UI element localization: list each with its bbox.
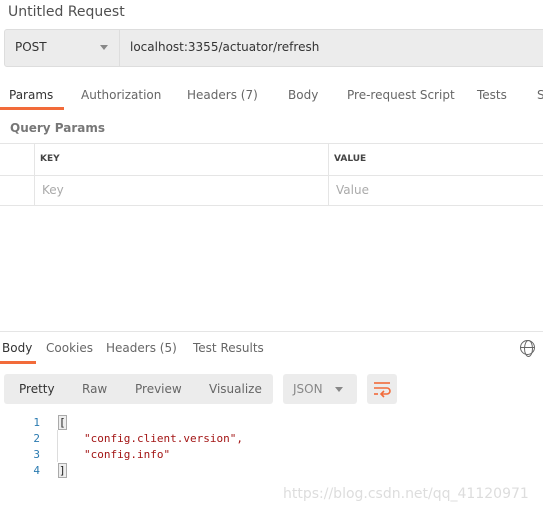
tab-settings[interactable]: S bbox=[537, 88, 543, 102]
query-params-label: Query Params bbox=[10, 121, 106, 135]
tab-headers-label: Headers bbox=[187, 88, 237, 102]
tab-prerequest-script[interactable]: Pre-request Script bbox=[347, 88, 455, 102]
code-line: ] bbox=[58, 463, 67, 478]
tab-tests[interactable]: Tests bbox=[477, 88, 507, 102]
language-label: JSON bbox=[293, 382, 323, 396]
format-pretty[interactable]: Pretty bbox=[19, 382, 55, 396]
request-title: Untitled Request bbox=[8, 4, 125, 20]
tab-params[interactable]: Params bbox=[9, 88, 53, 102]
chevron-down-icon bbox=[335, 387, 343, 392]
format-toggle: Pretty Raw Preview Visualize bbox=[4, 374, 273, 404]
code-line: "config.info" bbox=[84, 448, 171, 461]
line-number: 1 bbox=[33, 416, 40, 429]
line-number: 2 bbox=[33, 432, 40, 445]
response-tab-cookies[interactable]: Cookies bbox=[46, 341, 93, 355]
response-headers-count: (5) bbox=[159, 341, 177, 355]
request-bar: POST localhost:3355/actuator/refresh bbox=[4, 29, 543, 67]
value-header: VALUE bbox=[334, 154, 367, 164]
wrap-icon bbox=[374, 382, 391, 398]
watermark: https://blog.csdn.net/qq_41120971 bbox=[283, 486, 529, 502]
language-select[interactable]: JSON bbox=[283, 374, 357, 404]
format-raw[interactable]: Raw bbox=[82, 382, 107, 396]
response-headers-label: Headers bbox=[106, 341, 156, 355]
tab-headers[interactable]: Headers (7) bbox=[187, 88, 258, 102]
response-tab-test-results[interactable]: Test Results bbox=[193, 341, 264, 355]
code-line: [ bbox=[58, 415, 67, 430]
format-visualize[interactable]: Visualize bbox=[209, 382, 262, 396]
params-table: KEY VALUE Key Value bbox=[0, 143, 543, 206]
globe-icon[interactable] bbox=[520, 340, 535, 357]
line-number: 3 bbox=[33, 448, 40, 461]
key-header: KEY bbox=[40, 154, 60, 164]
response-tab-body[interactable]: Body bbox=[2, 341, 32, 355]
tab-authorization[interactable]: Authorization bbox=[81, 88, 161, 102]
indent-guide bbox=[57, 430, 58, 462]
wrap-lines-button[interactable] bbox=[367, 374, 397, 404]
method-select[interactable]: POST bbox=[5, 30, 120, 66]
tab-body[interactable]: Body bbox=[288, 88, 318, 102]
active-tab-indicator bbox=[0, 107, 64, 110]
line-number: 4 bbox=[33, 464, 40, 477]
method-label: POST bbox=[15, 40, 47, 54]
headers-count: (7) bbox=[240, 88, 258, 102]
url-input[interactable]: localhost:3355/actuator/refresh bbox=[130, 40, 319, 54]
divider bbox=[0, 331, 543, 332]
chevron-down-icon bbox=[100, 45, 108, 50]
response-tab-headers[interactable]: Headers (5) bbox=[106, 341, 177, 355]
active-response-tab-indicator bbox=[0, 361, 36, 364]
code-line: "config.client.version", bbox=[84, 432, 243, 445]
value-input[interactable]: Value bbox=[336, 183, 369, 197]
key-input[interactable]: Key bbox=[42, 183, 64, 197]
format-preview[interactable]: Preview bbox=[135, 382, 182, 396]
